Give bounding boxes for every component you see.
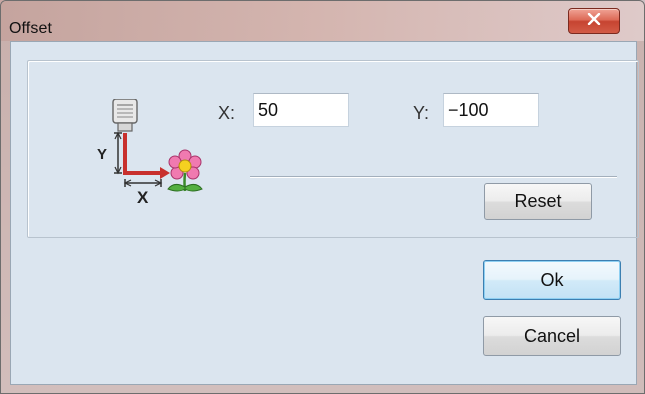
svg-text:Y: Y: [97, 146, 107, 163]
ok-button[interactable]: Ok: [483, 260, 621, 300]
offset-groupbox: Y X X: 50 Y: −100 Reset: [27, 60, 639, 238]
title-bar[interactable]: Offset: [1, 1, 644, 41]
offset-diagram-icon: Y X: [88, 98, 208, 224]
svg-text:X: X: [137, 188, 149, 207]
separator-line: [250, 176, 617, 178]
reset-button[interactable]: Reset: [484, 183, 592, 220]
window-title: Offset: [9, 20, 52, 37]
x-offset-label: X:: [218, 103, 236, 123]
close-x-icon: [587, 12, 601, 30]
close-button[interactable]: [568, 8, 620, 34]
dialog-client-area: Y X X: 50 Y: −100 Reset Ok Cancel: [10, 41, 639, 385]
y-offset-label: Y:: [413, 103, 430, 123]
cancel-button[interactable]: Cancel: [483, 316, 621, 356]
y-offset-input[interactable]: [443, 93, 539, 127]
offset-dialog: Offset Y X X: 50 Y: −100 Reset Ok Cancel: [0, 0, 645, 394]
x-offset-input[interactable]: [253, 93, 349, 127]
